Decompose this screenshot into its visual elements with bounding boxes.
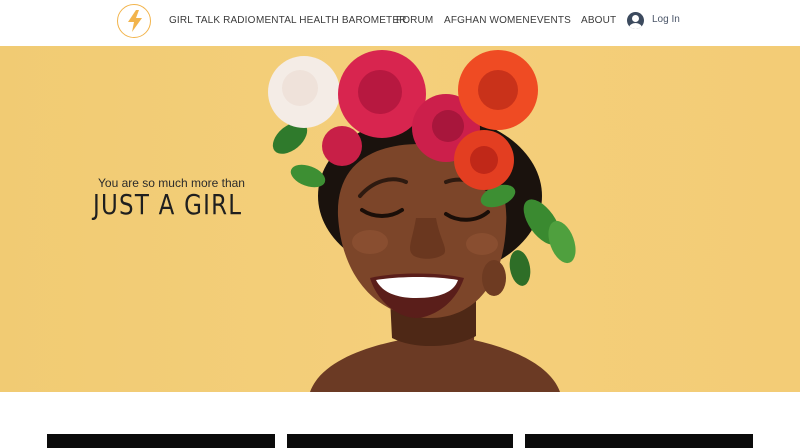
hero-portrait-image <box>268 50 576 392</box>
nav-about[interactable]: ABOUT <box>581 15 616 29</box>
nav-afghan-women[interactable]: AFGHAN WOMEN <box>444 15 530 29</box>
nav-forum[interactable]: FORUM <box>396 15 433 29</box>
content-card-3[interactable] <box>525 434 753 448</box>
site-header: GIRL TALK RADIO MENTAL HEALTH BAROMETER … <box>0 0 800 46</box>
nav-events[interactable]: EVENTS <box>530 15 571 29</box>
nav-girl-talk-radio[interactable]: GIRL TALK RADIO <box>169 15 256 29</box>
login-link[interactable]: Log In <box>652 14 680 25</box>
content-card-2[interactable] <box>287 434 513 448</box>
lightning-bolt-icon <box>128 10 142 32</box>
logo[interactable] <box>117 4 151 38</box>
nav-mental-health-barometer[interactable]: MENTAL HEALTH BAROMETER <box>256 15 407 29</box>
hero-headline: JUST A GIRL <box>93 188 243 221</box>
content-card-1[interactable] <box>47 434 275 448</box>
hero-banner: You are so much more than JUST A GIRL <box>0 46 800 392</box>
user-avatar-icon[interactable] <box>627 12 644 29</box>
